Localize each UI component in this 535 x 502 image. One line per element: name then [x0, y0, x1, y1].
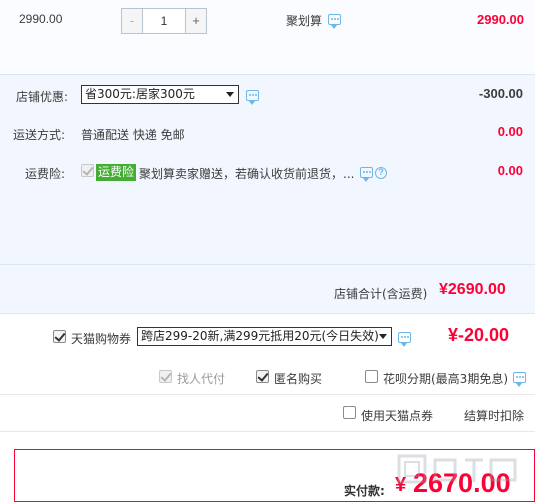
chevron-down-icon: [379, 334, 387, 339]
huabei-label: 花呗分期(最高3期免息): [383, 372, 508, 386]
divider: [0, 74, 535, 75]
chat-icon[interactable]: [246, 90, 259, 105]
divider: [0, 431, 535, 432]
insurance-description: 聚划算卖家赠送，若确认收货前退货，...: [139, 167, 355, 181]
shop-discount-selected: 省300元:居家300元: [85, 87, 195, 101]
order-summary: 2990.00 - 1 + 聚划算 2990.00 店铺优惠: 省300元:居家…: [0, 0, 535, 502]
chat-icon[interactable]: [360, 167, 373, 182]
shop-total-amount: ¥2690.00: [439, 281, 506, 298]
chevron-down-icon: [226, 92, 234, 97]
quantity-value[interactable]: 1: [143, 9, 185, 33]
coupon-selected: 跨店299-20新,满299元抵用20元(今日失效): [141, 329, 379, 343]
tmall-points-label: 使用天猫点券: [361, 409, 434, 423]
increase-quantity-button[interactable]: +: [185, 9, 206, 33]
decrease-quantity-button[interactable]: -: [122, 9, 143, 33]
shop-discount-amount: -300.00: [478, 86, 523, 101]
coupon-amount: ¥-20.00: [448, 325, 510, 345]
huabei-checkbox[interactable]: [365, 370, 378, 383]
chat-icon[interactable]: [513, 372, 526, 387]
chat-icon[interactable]: [398, 332, 411, 347]
insurance-checkbox: [81, 164, 94, 177]
promo-label: 聚划算: [286, 14, 323, 28]
item-subtotal: 2990.00: [477, 12, 524, 27]
payment-label: 实付款:: [344, 484, 385, 498]
anonymous-label: 匿名购买: [274, 372, 323, 386]
find-proxy-checkbox: [159, 370, 172, 383]
quantity-stepper[interactable]: - 1 +: [121, 8, 207, 34]
shop-discount-select[interactable]: 省300元:居家300元: [81, 85, 239, 104]
item-row: [0, 0, 535, 74]
insurance-amount: 0.00: [497, 163, 523, 178]
find-proxy-label: 找人代付: [177, 372, 226, 386]
shipping-amount: 0.00: [497, 124, 523, 139]
coupon-label: 天猫购物券: [71, 332, 132, 346]
shipping-method: 普通配送 快递 免邮: [81, 128, 185, 142]
tmall-points-note: 结算时扣除: [464, 409, 525, 423]
divider: [0, 313, 535, 314]
tmall-points-checkbox[interactable]: [343, 406, 356, 419]
coupon-select[interactable]: 跨店299-20新,满299元抵用20元(今日失效): [137, 327, 392, 346]
unit-price: 2990.00: [19, 12, 63, 26]
insurance-tag: 运费险: [96, 164, 137, 181]
shop-total-label: 店铺合计(含运费): [334, 287, 428, 301]
shipping-label: 运送方式:: [13, 128, 66, 142]
watermark-logo: [397, 454, 517, 484]
coupon-checkbox[interactable]: [53, 330, 66, 343]
shop-discount-label: 店铺优惠:: [16, 90, 69, 104]
help-icon[interactable]: ?: [375, 167, 387, 179]
insurance-label: 运费险:: [25, 167, 66, 181]
anonymous-checkbox[interactable]: [256, 370, 269, 383]
divider: [0, 394, 535, 395]
divider: [0, 264, 535, 265]
chat-icon[interactable]: [328, 14, 341, 29]
